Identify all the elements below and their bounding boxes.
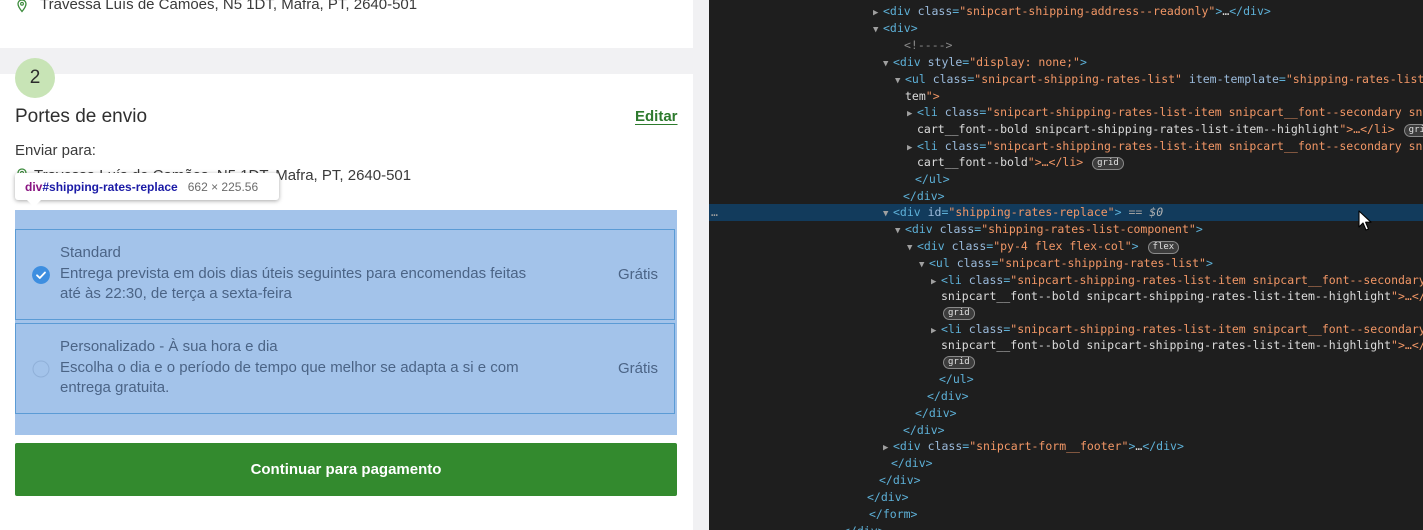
dom-node-line[interactable]: </div> <box>709 422 1423 439</box>
dom-node-line[interactable]: </div> <box>709 455 1423 472</box>
node-actions-dots[interactable]: … <box>711 204 718 221</box>
address-card: Travessa Luís de Camões, N5 1DT, Mafra, … <box>0 0 693 48</box>
unchecked-radio-icon[interactable] <box>32 360 50 378</box>
devtools-elements-panel: ▶ <div class="snipcart-shipping-address--… <box>709 0 1423 530</box>
location-pin-icon <box>17 0 27 13</box>
rate-name: Standard <box>60 244 121 261</box>
dom-node-line[interactable]: ▶ <div class="snipcart-shipping-address--… <box>709 3 1423 20</box>
dom-node-line[interactable]: snipcart__font--bold snipcart-shipping-r… <box>709 288 1423 305</box>
dom-node-line[interactable]: ▼ <div class="shipping-rates-list-compone… <box>709 221 1423 238</box>
top-address: Travessa Luís de Camões, N5 1DT, Mafra, … <box>40 0 418 13</box>
dom-node-line[interactable]: </div> <box>709 472 1423 489</box>
dom-node-line[interactable]: ▼ <ul class="snipcart-shipping-rates-list… <box>709 71 1423 88</box>
dom-node-line[interactable]: ▶ <div class="snipcart-form__footer">…</d… <box>709 438 1423 455</box>
dom-node-line[interactable]: cart__font--bold snipcart-shipping-rates… <box>709 121 1423 138</box>
layout-badge[interactable]: grid <box>1092 157 1124 170</box>
rate-price: Grátis <box>617 360 658 377</box>
tooltip-id: #shipping-rates-replace <box>42 179 178 194</box>
rate-description: Escolha o dia e o período de tempo que m… <box>60 359 519 396</box>
shipping-rate-personalizado[interactable]: Personalizado - À sua hora e dia Escolha… <box>15 323 675 414</box>
edit-link[interactable]: Editar <box>635 108 678 125</box>
dom-node-line[interactable]: ▶ <li class="snipcart-shipping-rates-list… <box>709 321 1423 338</box>
dom-node-line[interactable]: ▶ <li class="snipcart-shipping-rates-list… <box>709 104 1423 121</box>
layout-badge[interactable]: grid <box>943 356 975 369</box>
dom-node-line[interactable]: ▶ <li class="snipcart-shipping-rates-list… <box>709 272 1423 289</box>
dom-node-line[interactable]: </div> <box>709 489 1423 506</box>
tooltip-dimensions: 662 × 225.56 <box>187 179 259 194</box>
dom-node-selected[interactable]: ▼ <div id="shipping-rates-replace"> == $0… <box>709 204 1423 221</box>
continue-to-payment-button[interactable]: Continuar para pagamento <box>15 443 677 496</box>
dom-node-line[interactable]: cart__font--bold">…</li> grid <box>709 154 1423 171</box>
send-to-label: Enviar para: <box>15 142 96 159</box>
tooltip-selector: div#shipping-rates-replace <box>25 180 178 194</box>
dom-node-line[interactable]: </div> <box>709 523 1423 530</box>
tooltip-arrow <box>26 199 42 207</box>
dom-node-line[interactable]: grid <box>709 304 1423 321</box>
dom-node-line[interactable]: </div> <box>709 188 1423 205</box>
dom-node-line[interactable]: ▼ <ul class="snipcart-shipping-rates-list… <box>709 255 1423 272</box>
dom-node-line[interactable]: </div> <box>709 405 1423 422</box>
tooltip-tag: div <box>25 179 43 194</box>
dom-node-line[interactable]: </div> <box>709 388 1423 405</box>
dom-node-line[interactable]: snipcart__font--bold snipcart-shipping-r… <box>709 337 1423 354</box>
dom-node-line[interactable]: grid <box>709 353 1423 370</box>
step-badge: 2 <box>15 58 55 98</box>
dom-node-line[interactable]: ▼ <div> <box>709 20 1423 37</box>
dom-node-line[interactable]: </ul> <box>709 171 1423 188</box>
rate-price: Grátis <box>617 266 658 283</box>
dom-node-line[interactable]: ▼ <div class="py-4 flex flex-col"> flex <box>709 238 1423 255</box>
dom-node-line[interactable]: <!----> <box>709 37 1423 54</box>
layout-badge[interactable]: grid <box>943 307 975 320</box>
inspector-tooltip: div#shipping-rates-replace 662 × 225.56 <box>15 173 279 200</box>
checkout-page: Travessa Luís de Camões, N5 1DT, Mafra, … <box>0 0 709 530</box>
rate-description: Entrega prevista em dois dias úteis segu… <box>60 265 527 302</box>
dom-node-line[interactable]: </ul> <box>709 371 1423 388</box>
dom-node-line[interactable]: ▶ <li class="snipcart-shipping-rates-list… <box>709 138 1423 155</box>
checked-radio-icon[interactable] <box>32 266 50 284</box>
layout-badge[interactable]: grid <box>1403 124 1423 137</box>
dom-node-line[interactable]: tem"> <box>709 88 1423 105</box>
dom-node-line[interactable]: ▼ <div style="display: none;"> <box>709 54 1423 71</box>
mouse-cursor-icon <box>1358 210 1372 231</box>
shipping-rate-standard[interactable]: Standard Entrega prevista em dois dias ú… <box>15 229 675 320</box>
section-title: Portes de envio <box>15 106 148 127</box>
dom-node-line[interactable]: </form> <box>709 506 1423 523</box>
rate-name: Personalizado - À sua hora e dia <box>60 338 278 355</box>
layout-badge[interactable]: flex <box>1147 241 1180 254</box>
